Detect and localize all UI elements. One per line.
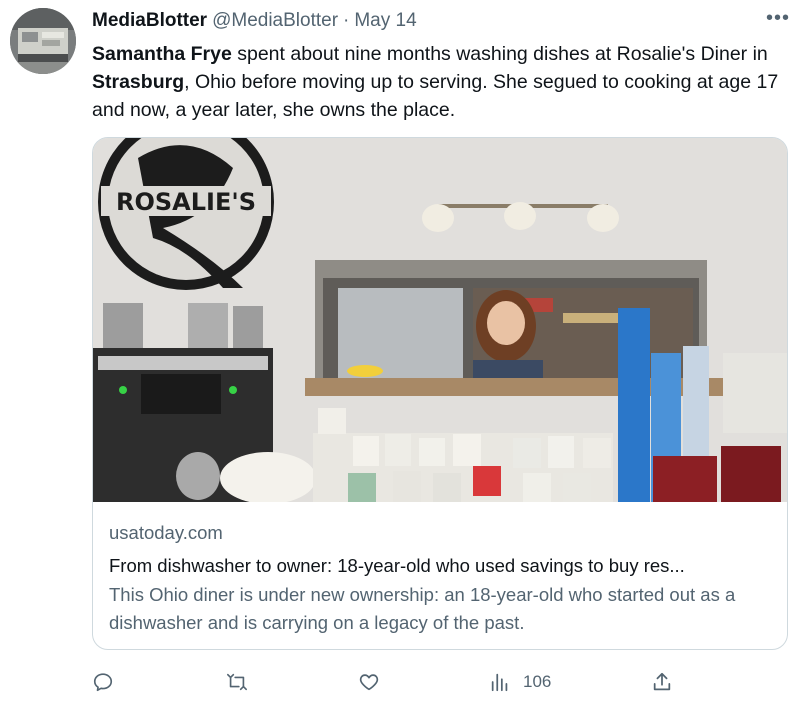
tweet-text-part: , Ohio before moving up to serving. She … [92, 71, 779, 121]
tweet-text: Samantha Frye spent about nine months wa… [92, 40, 792, 124]
author-display-name[interactable]: MediaBlotter [92, 10, 207, 32]
link-card[interactable]: ROSALIE'S usatoday.com From dishwasher t… [92, 137, 788, 650]
avatar-image [10, 8, 76, 74]
card-image[interactable]: ROSALIE'S [93, 138, 788, 502]
views-count: 106 [523, 672, 552, 691]
views-icon [491, 673, 508, 692]
like-button[interactable] [358, 665, 380, 699]
more-horizontal-icon[interactable]: ••• [766, 8, 790, 28]
heart-icon [359, 674, 379, 691]
card-domain[interactable]: usatoday.com [109, 520, 771, 546]
mention-name: Samantha Frye [92, 43, 232, 65]
share-icon [653, 672, 671, 691]
tweet-header: MediaBlotter @MediaBlotter · May 14 [92, 10, 790, 36]
reply-button[interactable] [92, 665, 114, 699]
action-bar: 106 [92, 665, 788, 699]
card-meta: usatoday.com From dishwasher to owner: 1… [109, 520, 771, 637]
tweet-text-part: spent about nine months washing dishes a… [231, 43, 768, 65]
author-handle[interactable]: @MediaBlotter [212, 10, 338, 32]
reply-icon [93, 673, 113, 692]
retweet-button[interactable] [226, 665, 248, 699]
views-button[interactable]: 106 [489, 665, 551, 699]
card-description: This Ohio diner is under new ownership: … [109, 584, 736, 633]
retweet-icon [227, 673, 247, 691]
place-name: Strasburg [92, 71, 185, 93]
tweet-date[interactable]: May 14 [354, 10, 416, 32]
header-separator: · [343, 10, 350, 31]
avatar[interactable] [10, 8, 76, 74]
card-title[interactable]: From dishwasher to owner: 18-year-old wh… [109, 553, 771, 579]
sign-text: ROSALIE'S [116, 188, 256, 216]
share-button[interactable] [651, 665, 673, 699]
